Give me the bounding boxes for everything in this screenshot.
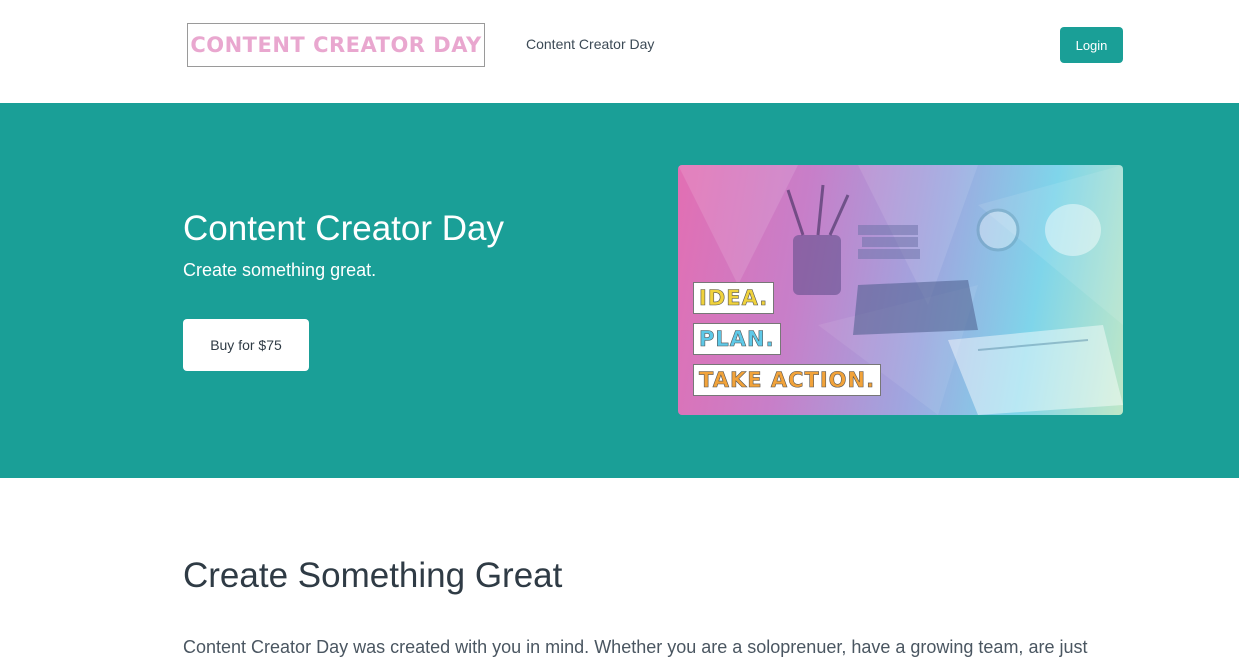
site-name-link[interactable]: Content Creator Day: [526, 36, 654, 52]
login-button[interactable]: Login: [1060, 27, 1123, 63]
hero-section: Content Creator Day Create something gre…: [0, 103, 1239, 478]
image-tag-idea: IDEA.: [693, 282, 775, 314]
hero-subtitle: Create something great.: [183, 260, 377, 280]
hero-title: Content Creator Day: [183, 209, 504, 248]
site-logo[interactable]: CONTENT CREATOR DAY: [187, 23, 485, 67]
buy-button[interactable]: Buy for $75: [183, 319, 309, 371]
intro-paragraph: Content Creator Day was created with you…: [183, 637, 1088, 657]
image-tag-take-action: TAKE ACTION.: [693, 364, 882, 396]
hero-image: IDEA. PLAN. TAKE ACTION.: [678, 165, 1123, 415]
logo-text: CONTENT CREATOR DAY: [190, 33, 482, 57]
site-header: CONTENT CREATOR DAY Content Creator Day …: [0, 0, 1239, 103]
section-heading: Create Something Great: [183, 556, 563, 595]
image-tag-plan: PLAN.: [693, 323, 781, 355]
